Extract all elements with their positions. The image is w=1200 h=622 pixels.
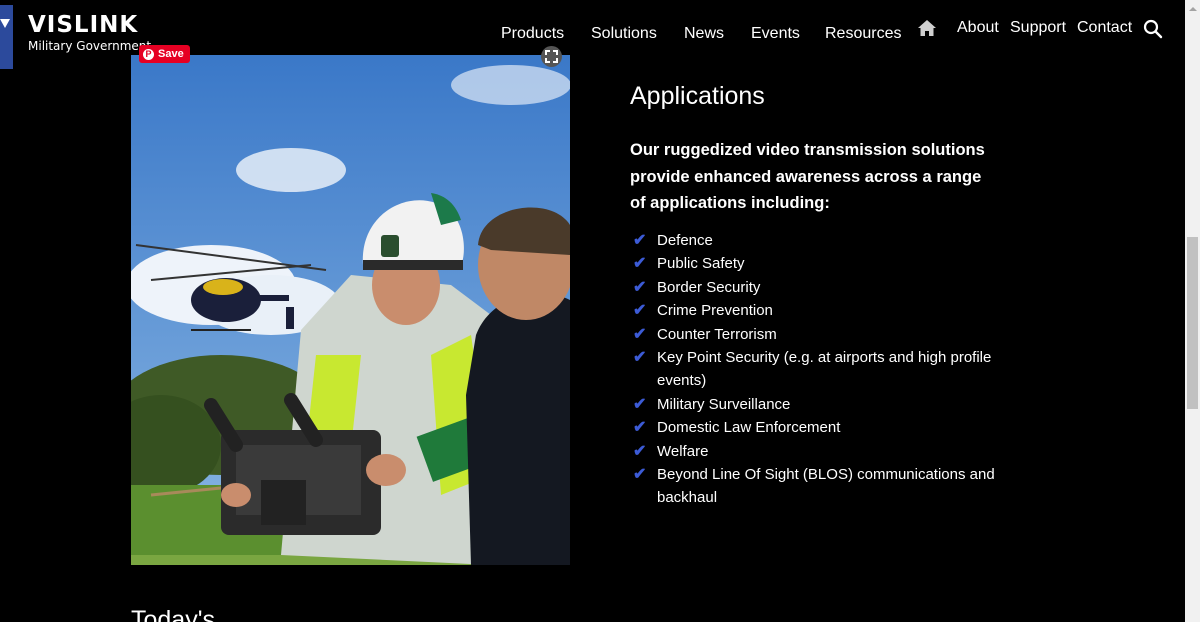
nav-contact[interactable]: Contact: [1077, 19, 1132, 37]
list-item-label: Counter Terrorism: [657, 325, 777, 343]
check-icon: ✔: [633, 466, 647, 484]
scroll-thumb[interactable]: [1187, 237, 1198, 409]
list-item: ✔ Border Security: [633, 276, 1013, 299]
list-item-label: Defence: [657, 232, 713, 249]
check-icon: ✔: [633, 419, 647, 437]
applications-list: ✔ Defence ✔ Public Safety ✔ Border Security…: [633, 229, 1013, 510]
check-icon: ✔: [633, 349, 647, 367]
list-item-label: Border Security: [657, 278, 761, 296]
check-icon: ✔: [633, 255, 647, 273]
check-icon: ✔: [633, 325, 647, 343]
section-title: Applications: [630, 82, 765, 110]
nav-news[interactable]: News: [684, 25, 724, 43]
pinterest-icon: P: [143, 48, 154, 60]
list-item: ✔ Key Point Security (e.g. at airports an…: [633, 346, 1013, 393]
nav-resources[interactable]: Resources: [825, 25, 901, 43]
expand-image-button[interactable]: [541, 46, 562, 67]
list-item: ✔ Beyond Line Of Sight (BLOS) communicati…: [633, 463, 1013, 510]
check-icon: ✔: [633, 442, 647, 460]
list-item: ✔ Crime Prevention: [633, 299, 1013, 322]
list-item-label: Key Point Security (e.g. at airports and…: [657, 349, 992, 390]
next-section-heading: Today's: [131, 606, 215, 622]
list-item-label: Crime Prevention: [657, 302, 773, 320]
check-icon: ✔: [633, 278, 647, 296]
check-icon: ✔: [633, 395, 647, 413]
save-label: Save: [158, 48, 184, 60]
list-item-label: Beyond Line Of Sight (BLOS) communicatio…: [657, 466, 995, 507]
nav-events[interactable]: Events: [751, 25, 800, 43]
home-icon[interactable]: [917, 18, 937, 38]
check-icon: ✔: [633, 302, 647, 320]
nav-support[interactable]: Support: [1010, 19, 1066, 37]
page-scrollbar[interactable]: [1185, 0, 1200, 622]
nav-solutions[interactable]: Solutions: [591, 25, 657, 43]
check-icon: ✔: [633, 232, 647, 249]
list-item-label: Military Surveillance: [657, 395, 791, 413]
scroll-up-arrow[interactable]: [1185, 0, 1200, 17]
list-item-label: Welfare: [657, 442, 709, 460]
list-item: ✔ Defence: [633, 229, 1013, 252]
pinterest-save-button[interactable]: P Save: [139, 45, 190, 63]
logo-wordmark[interactable]: VISLINK: [28, 12, 138, 38]
section-intro: Our ruggedized video transmission soluti…: [630, 141, 985, 212]
list-item: ✔ Military Surveillance: [633, 393, 1013, 416]
list-item-label: Public Safety: [657, 255, 745, 273]
nav-products[interactable]: Products: [501, 25, 564, 43]
list-item: ✔ Welfare: [633, 440, 1013, 463]
logo-tagline: Military Government: [28, 39, 152, 53]
applications-photo: [131, 55, 570, 565]
list-item: ✔ Public Safety: [633, 252, 1013, 275]
list-item: ✔ Domestic Law Enforcement: [633, 416, 1013, 439]
logo-badge[interactable]: [0, 5, 13, 69]
list-item: ✔ Counter Terrorism: [633, 323, 1013, 346]
list-item-label: Domestic Law Enforcement: [657, 419, 841, 437]
expand-icon: [545, 50, 558, 63]
search-icon[interactable]: [1143, 19, 1163, 39]
nav-about[interactable]: About: [957, 19, 999, 37]
